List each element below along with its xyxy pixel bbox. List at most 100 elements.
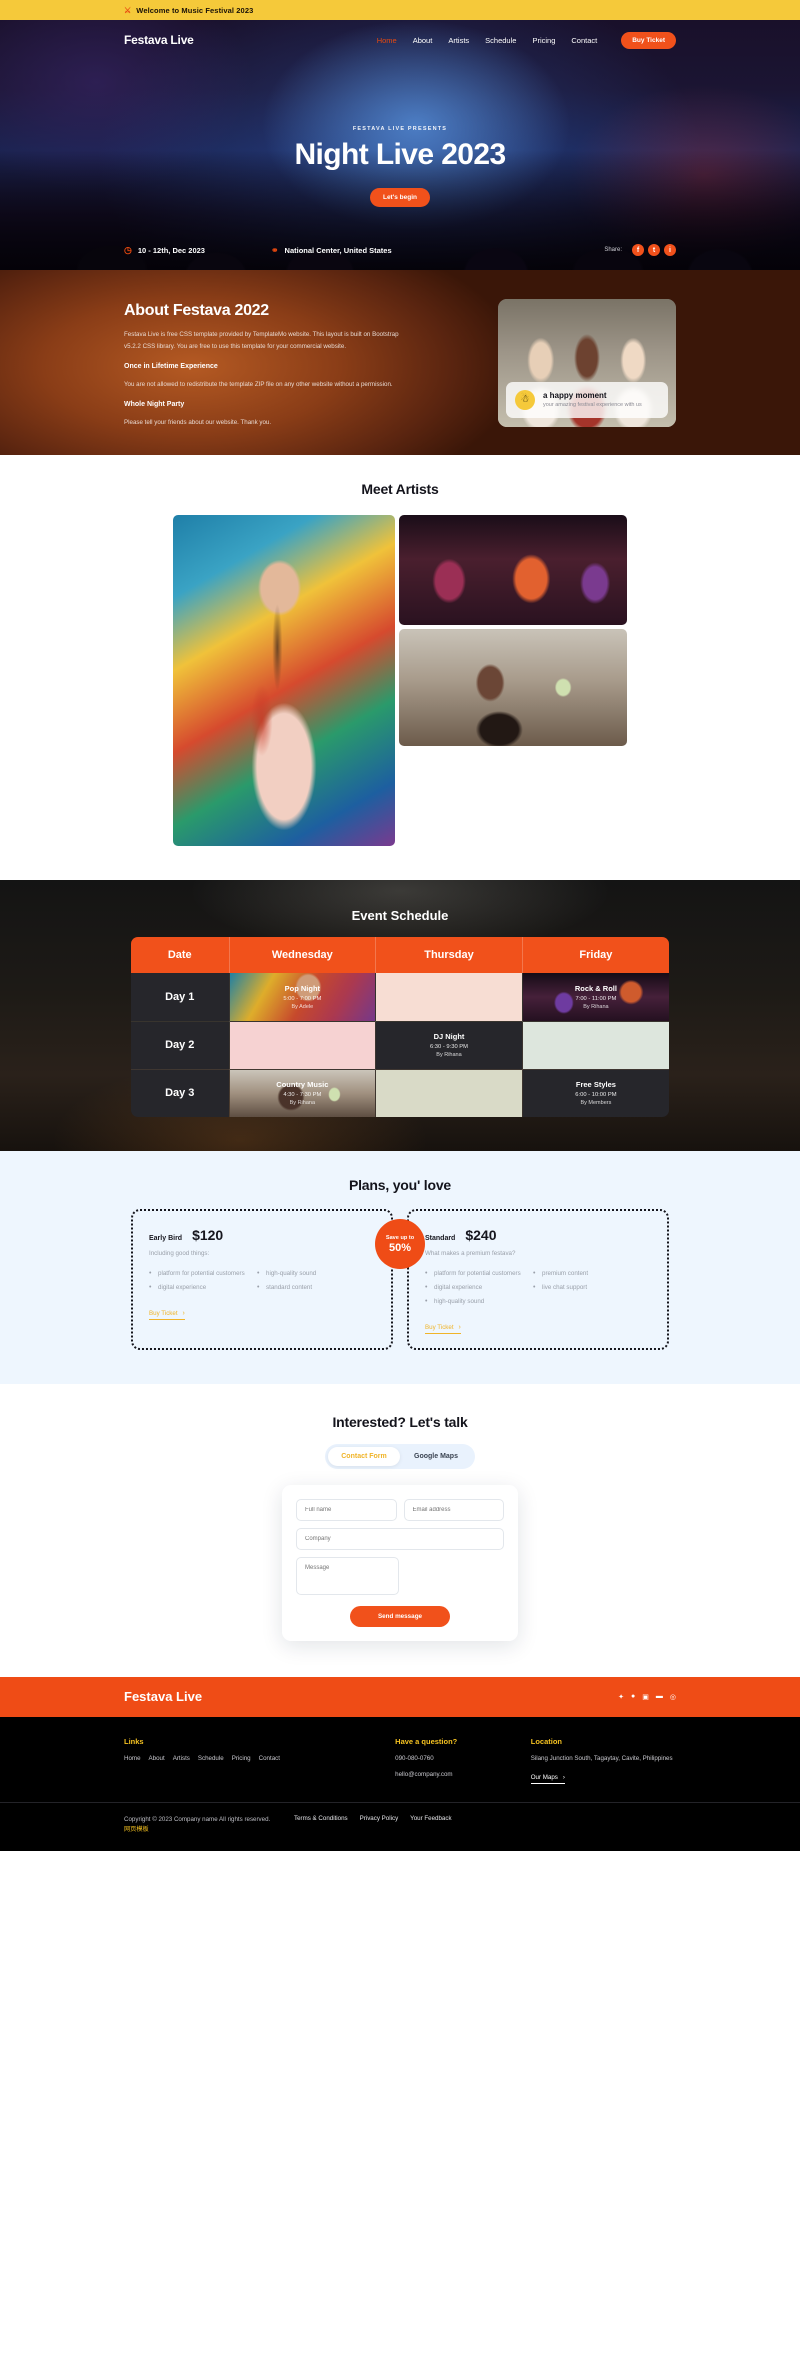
schedule-cell[interactable]: Rock & Roll 7:00 - 11:00 PM By Rihana [522, 973, 669, 1022]
about-subtext-2: Please tell your friends about our websi… [124, 419, 272, 427]
plan-name: Standard [425, 1235, 456, 1242]
save-badge-top: Save up to [385, 1234, 415, 1241]
schedule-day-label: Day 3 [131, 1069, 230, 1117]
save-badge: Save up to 50% [375, 1219, 425, 1269]
buy-ticket-button[interactable]: Buy Ticket [621, 31, 676, 49]
schedule-day-label: Day 2 [131, 1021, 230, 1070]
event-time: 6:00 - 10:00 PM [575, 1092, 617, 1099]
plan-feature-list-1: platform for potential customers digital… [149, 1268, 245, 1297]
nav-item-pricing[interactable]: Pricing [532, 36, 555, 45]
event-title: Pop Night [284, 983, 321, 993]
artists-column-right [399, 515, 627, 846]
artists-section: Meet Artists [0, 455, 800, 880]
happy-moment-card: ☃ a happy moment your amazing festival e… [506, 381, 668, 418]
nav-item-about[interactable]: About [413, 36, 433, 45]
buy-ticket-link[interactable]: Buy Ticket › [425, 1324, 461, 1334]
footer-question-heading: Have a question? [395, 1736, 458, 1746]
schedule-cell[interactable]: Pop Night 5:00 - 7:00 PM By Adele [229, 973, 377, 1022]
nav-item-home[interactable]: Home [377, 36, 397, 45]
footer-phone[interactable]: 090-080-0760 [395, 1755, 531, 1762]
event-artist: By Adele [291, 1003, 314, 1010]
copyright-zh[interactable]: 网页模板 [124, 1826, 149, 1833]
table-row: Day 1 Pop Night 5:00 - 7:00 PM By Adele … [131, 973, 669, 1022]
twitter-icon[interactable]: ✦ [618, 1693, 624, 1701]
artist-photo-band[interactable] [399, 515, 627, 625]
event-time: 5:00 - 7:00 PM [283, 995, 322, 1002]
schedule-day-label: Day 1 [131, 973, 230, 1022]
list-item: live chat support [533, 1282, 588, 1293]
message-input[interactable] [296, 1556, 399, 1595]
buy-ticket-label: Buy Ticket [149, 1309, 178, 1317]
schedule-table: Date Wednesday Thursday Friday Day 1 Pop… [131, 937, 669, 1117]
pinterest-icon[interactable]: ◎ [670, 1693, 676, 1701]
fullname-input[interactable] [296, 1498, 397, 1521]
event-location: ⚭ National Center, United States [270, 244, 392, 255]
footer-email[interactable]: hello@company.com [395, 1771, 531, 1778]
send-message-button[interactable]: Send message [350, 1605, 450, 1627]
schedule-cell-empty [522, 1021, 669, 1070]
nav-item-contact[interactable]: Contact [571, 36, 597, 45]
footer-bottom: Copyright © 2023 Company name All rights… [0, 1801, 800, 1851]
footer-link-schedule[interactable]: Schedule [198, 1755, 224, 1762]
footer-link-home[interactable]: Home [124, 1755, 141, 1762]
plan-feature-list-1: platform for potential customers digital… [425, 1268, 521, 1311]
event-time: 6:30 - 9:30 PM [429, 1044, 468, 1050]
buy-ticket-link[interactable]: Buy Ticket › [149, 1310, 185, 1320]
schedule-title: Event Schedule [351, 908, 449, 923]
plan-name: Early Bird [149, 1235, 183, 1242]
email-input[interactable] [403, 1498, 504, 1521]
event-date: ◷ 10 - 12th, Dec 2023 [124, 245, 205, 255]
footer-link-artists[interactable]: Artists [173, 1755, 190, 1762]
plan-price: $240 [465, 1227, 497, 1243]
artist-photo-dj[interactable] [399, 629, 627, 746]
youtube-icon[interactable]: ▬ [656, 1693, 663, 1701]
contact-tabs: Contact Form Google Maps [325, 1443, 475, 1469]
brand-logo[interactable]: Festava Live [124, 33, 194, 47]
privacy-link[interactable]: Privacy Policy [360, 1815, 399, 1822]
instagram-icon[interactable]: ▣ [642, 1693, 649, 1701]
event-date-text: 10 - 12th, Dec 2023 [137, 245, 205, 255]
announcement-text: Welcome to Music Festival 2023 [136, 5, 254, 15]
hero-content: FESTAVA LIVE PRESENTS Night Live 2023 Le… [0, 60, 800, 207]
footer-link-pricing[interactable]: Pricing [232, 1755, 251, 1762]
save-badge-value: 50% [388, 1241, 412, 1254]
instagram-icon[interactable]: i [664, 244, 676, 256]
apple-icon[interactable]: ● [631, 1693, 635, 1701]
artist-photo-guitarist[interactable] [173, 515, 395, 846]
pricing-card-standard: Standard $240 What makes a premium festa… [407, 1209, 669, 1350]
facebook-icon[interactable]: f [632, 244, 644, 256]
nav-item-artists[interactable]: Artists [448, 36, 469, 45]
twitter-icon[interactable]: t [648, 244, 660, 256]
our-maps-link[interactable]: Our Maps › [530, 1774, 565, 1784]
contact-title: Interested? Let's talk [332, 1413, 468, 1430]
tab-contact-form[interactable]: Contact Form [328, 1446, 400, 1466]
event-artist: By Rihana [289, 1100, 316, 1107]
terms-link[interactable]: Terms & Conditions [294, 1815, 348, 1822]
feedback-link[interactable]: Your Feedback [410, 1815, 451, 1822]
about-subtext-1: You are not allowed to redistribute the … [124, 381, 393, 388]
hero-kicker: FESTAVA LIVE PRESENTS [352, 126, 448, 132]
pricing-title: Plans, you' love [348, 1177, 452, 1193]
company-input[interactable] [296, 1527, 504, 1550]
list-item: platform for potential customers [425, 1268, 521, 1279]
about-paragraph: Festava Live is free CSS template provid… [124, 331, 399, 350]
tab-google-maps[interactable]: Google Maps [400, 1447, 472, 1466]
map-pin-icon: ⚭ [270, 244, 279, 255]
nav-item-schedule[interactable]: Schedule [485, 36, 516, 45]
pricing-card-early-bird: Early Bird $120 Including good things: p… [131, 1209, 393, 1350]
schedule-cell-empty [375, 1069, 523, 1117]
footer-link-about[interactable]: About [149, 1755, 165, 1762]
schedule-cell[interactable]: Free Styles 6:00 - 10:00 PM By Members [522, 1069, 669, 1117]
contact-form-card: Send message [282, 1484, 518, 1641]
chevron-right-icon: › [458, 1323, 461, 1331]
list-item: digital experience [425, 1282, 521, 1293]
share-group: Share: f t i [604, 244, 676, 256]
footer-links-column: Links Home About Artists Schedule Pricin… [124, 1737, 395, 1784]
event-artist: By Rihana [583, 1003, 609, 1010]
footer-link-contact[interactable]: Contact [259, 1755, 280, 1762]
schedule-cell[interactable]: Country Music 4:30 - 7:30 PM By Rihana [229, 1069, 377, 1117]
about-subheading-2: Whole Night Party [124, 401, 185, 409]
schedule-cell[interactable]: DJ Night 6:30 - 9:30 PM By Rihana [375, 1021, 523, 1070]
artists-grid [173, 515, 627, 846]
lets-begin-button[interactable]: Let's begin [369, 188, 431, 207]
